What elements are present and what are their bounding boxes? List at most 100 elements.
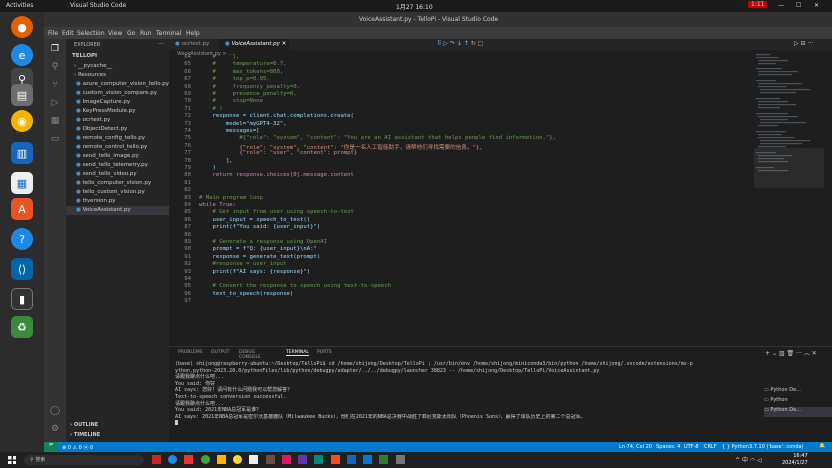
close-icon[interactable]: ✕: [814, 2, 819, 9]
software-center-icon[interactable]: A: [11, 198, 33, 220]
minimize-icon[interactable]: —: [778, 2, 784, 9]
line-endings[interactable]: CRLF: [704, 444, 717, 450]
code-line[interactable]: ): [199, 165, 215, 171]
terminal-session-active[interactable]: ▭ Python De...: [764, 407, 832, 417]
settings-gear-icon[interactable]: ⚙: [49, 423, 61, 435]
app-icon[interactable]: [363, 455, 373, 464]
taskbar-search[interactable]: ⚲ 搜索: [24, 455, 144, 465]
file-item[interactable]: ● remote_control_tello.py: [76, 144, 147, 150]
remote-explorer-icon[interactable]: ▭: [49, 133, 61, 145]
remote-indicator[interactable]: ⇌: [44, 442, 58, 452]
cursor-position[interactable]: Ln 74, Col 20: [619, 444, 652, 450]
close-panel-icon[interactable]: ✕: [812, 350, 817, 357]
code-line[interactable]: #{"role": "system", "content": "You are …: [199, 135, 556, 141]
code-line[interactable]: return response.choices[0].message.conte…: [199, 172, 353, 178]
trash-icon[interactable]: ♻: [11, 316, 33, 338]
file-item[interactable]: ● azure_computer_vision_tello.py: [76, 81, 169, 87]
drag-handle-icon[interactable]: ⠿: [437, 40, 441, 47]
code-line[interactable]: # ): [199, 106, 222, 112]
file-item[interactable]: ● ocrtest.py: [76, 117, 110, 123]
step-over-icon[interactable]: ↷: [450, 40, 455, 47]
explorer-icon[interactable]: ❐: [49, 43, 61, 55]
taskbar-clock[interactable]: 16:47 2024/1/27: [782, 453, 808, 466]
maximize-icon[interactable]: ☐: [796, 2, 801, 9]
tab-ocrtest[interactable]: ● ocrtest.py: [169, 39, 219, 50]
code-line[interactable]: print(f"You said: {user_input}"): [199, 224, 320, 230]
run-icon[interactable]: ▷ ⊟ ···: [794, 40, 813, 47]
firefox-icon[interactable]: ●: [11, 16, 33, 38]
app-icon[interactable]: [298, 455, 308, 464]
tab-problems[interactable]: PROBLEMS: [178, 350, 203, 355]
clock[interactable]: 1月27 16:10: [396, 2, 433, 11]
stop-icon[interactable]: □: [478, 40, 484, 47]
app-icon[interactable]: [152, 455, 161, 464]
code-line[interactable]: response = generate_text(prompt): [199, 254, 320, 260]
problems-count[interactable]: ⊗ 0 ⚠ 0 ⓦ 0: [62, 444, 93, 451]
timeline-section[interactable]: › TIMELINE: [70, 432, 100, 438]
kill-terminal-icon[interactable]: 🗑: [787, 350, 795, 357]
menu-go[interactable]: Go: [127, 30, 135, 37]
code-line[interactable]: user_input = speech_to_text(): [199, 217, 310, 223]
maximize-panel-icon[interactable]: ︿: [804, 350, 810, 357]
app-icon[interactable]: [281, 455, 291, 464]
encoding[interactable]: UTF-8: [684, 444, 699, 450]
vscode-icon[interactable]: ⟨⟩: [11, 258, 33, 280]
files-icon[interactable]: ▤: [11, 84, 33, 106]
ime-icon[interactable]: 中: [742, 457, 748, 464]
app-icon[interactable]: [395, 455, 405, 464]
chevron-down-icon[interactable]: ⌄: [772, 350, 777, 357]
continue-icon[interactable]: ▷: [443, 40, 448, 47]
notifications-icon[interactable]: 🔔: [819, 443, 825, 449]
terminal-session[interactable]: ▭ Python De...: [764, 387, 832, 397]
help-icon[interactable]: ?: [11, 228, 33, 250]
code-line[interactable]: # Generate a response using OpenAI: [199, 239, 327, 245]
code-line[interactable]: # presence_penalty=0,: [199, 91, 296, 97]
search-icon[interactable]: ⚲: [49, 61, 61, 73]
file-item-active[interactable]: ● VoiceAssistant.py: [66, 206, 169, 215]
source-control-icon[interactable]: ⑂: [49, 79, 61, 91]
app-icon[interactable]: [379, 455, 389, 464]
file-item[interactable]: ● ttversion.py: [76, 198, 116, 204]
minimap[interactable]: [754, 50, 824, 200]
app-icon[interactable]: [314, 455, 324, 464]
folder-resources[interactable]: › Resources: [74, 72, 106, 78]
code-line[interactable]: #response = user_input: [199, 261, 286, 267]
explorer-more-icon[interactable]: ···: [158, 41, 164, 48]
code-line[interactable]: while True:: [199, 202, 236, 208]
close-tab-icon[interactable]: ✕: [282, 41, 287, 47]
more-icon[interactable]: ···: [796, 350, 802, 357]
code-line[interactable]: # stop=None: [199, 98, 263, 104]
code-line[interactable]: print(f"AI says: {response}"): [199, 269, 310, 275]
new-terminal-icon[interactable]: +: [765, 350, 770, 357]
code-line[interactable]: # top_p=0.95,: [199, 76, 269, 82]
file-item[interactable]: ● send_tello_telemetry.py: [76, 162, 148, 168]
code-lines[interactable]: 64 # ], 65 # temperature=0.7, 66 # max_tok…: [169, 50, 752, 362]
menu-view[interactable]: View: [108, 30, 122, 37]
code-line[interactable]: # frequency_penalty=0,: [199, 84, 300, 90]
code-line[interactable]: prompt = f"Q: {user_input}\nA:": [199, 246, 316, 252]
terminal-output[interactable]: (base) shijong@raspberry-ubuntu:~/Deskto…: [175, 361, 760, 426]
file-item[interactable]: ● custom_vision_compare.py: [76, 90, 157, 96]
writer-icon[interactable]: ▥: [11, 142, 33, 164]
menu-edit[interactable]: Edit: [62, 30, 74, 37]
code-line[interactable]: model="myGPT4-32",: [199, 121, 287, 127]
app-icon[interactable]: [200, 455, 210, 464]
volume-icon[interactable]: ◁: [757, 457, 762, 464]
restart-icon[interactable]: ↻: [471, 40, 476, 47]
rhythmbox-icon[interactable]: ◉: [11, 110, 33, 132]
run-debug-icon[interactable]: ▷: [49, 97, 61, 109]
tab-voiceassistant[interactable]: ● VoiceAssistant.py ✕: [219, 39, 289, 50]
file-item[interactable]: ● send_tello_image.py: [76, 153, 139, 159]
language-mode[interactable]: { } Python: [722, 444, 749, 450]
tab-output[interactable]: OUTPUT: [211, 350, 229, 355]
code-line[interactable]: # Convert the response to speech using t…: [199, 283, 391, 289]
account-icon[interactable]: ◯: [49, 405, 61, 417]
menu-help[interactable]: Help: [186, 30, 200, 37]
edge-icon[interactable]: e: [11, 44, 33, 66]
tab-debug-console[interactable]: DEBUG CONSOLE: [239, 350, 261, 360]
project-root[interactable]: TELLOPI: [72, 53, 97, 59]
folder-pycache[interactable]: › __pycache__: [74, 63, 112, 69]
file-item[interactable]: ● remote_config_tello.py: [76, 135, 145, 141]
interpreter[interactable]: 3.7.10 ('base': conda): [749, 444, 804, 450]
app-icon[interactable]: [216, 455, 226, 464]
